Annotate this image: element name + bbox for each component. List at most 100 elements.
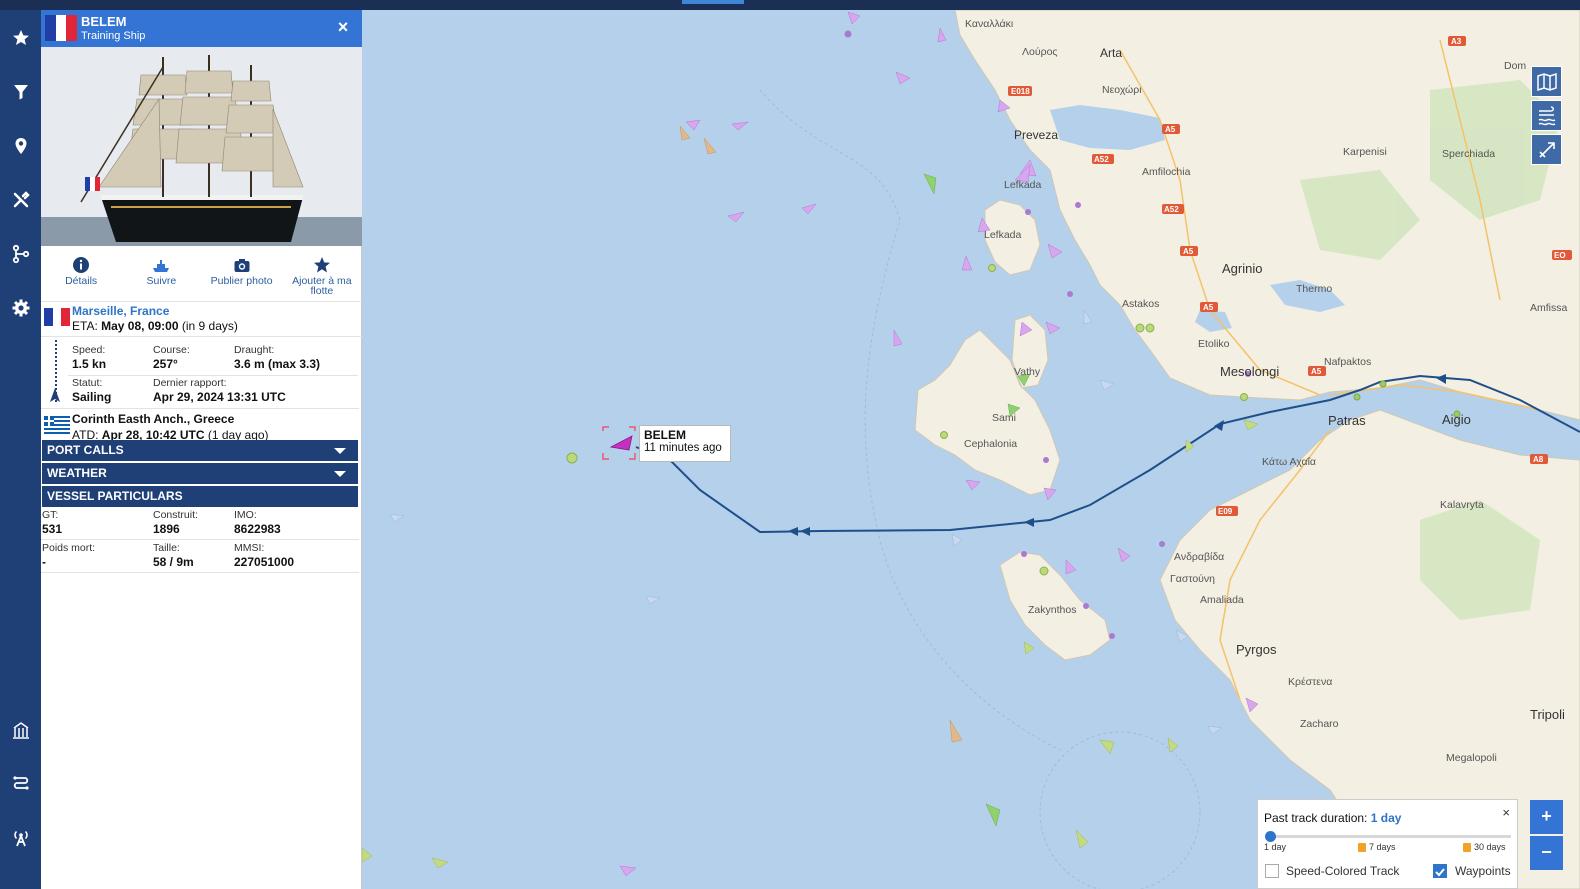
place-label: Patras (1328, 413, 1366, 428)
map-pin-icon (15, 138, 26, 154)
chevron-down-icon (334, 471, 346, 477)
particulars-row: Poids mort: - Taille: 58 / 9m MMSI: 2270… (41, 540, 359, 573)
speed-value: 1.5 kn (72, 357, 107, 371)
add-to-fleet-button[interactable]: Ajouter à ma flotte (282, 252, 362, 300)
tools-icon (13, 191, 30, 208)
status-label: Statut: (72, 377, 103, 389)
track-route-button[interactable] (0, 764, 41, 804)
ship-photo[interactable] (41, 47, 362, 246)
imo-label: IMO: (234, 509, 257, 521)
place-label: Pyrgos (1236, 642, 1277, 657)
antenna-button[interactable] (0, 818, 41, 858)
active-tab-indicator[interactable] (682, 0, 744, 4)
flag-on-ship (85, 177, 100, 191)
france-flag-icon (44, 308, 71, 326)
place-label: Preveza (1014, 128, 1059, 142)
weather-layer-button[interactable] (1531, 100, 1562, 131)
last-report-label: Dernier rapport: (153, 377, 227, 389)
svg-text:A5: A5 (1311, 367, 1322, 376)
svg-text:A5: A5 (1183, 247, 1194, 256)
publish-photo-button[interactable]: Publier photo (202, 252, 282, 300)
voyage-arrow-icon (50, 388, 60, 402)
place-label: Zacharo (1300, 718, 1339, 730)
map-icon (1536, 72, 1557, 91)
gt-label: GT: (42, 509, 59, 521)
deadweight-field: Poids mort: - (42, 542, 95, 569)
port-calls-accordion[interactable]: PORT CALLS (42, 440, 358, 461)
place-label: Kalavryta (1440, 499, 1484, 511)
divider (41, 408, 359, 409)
svg-text:A8: A8 (1533, 455, 1544, 464)
last-report-value: Apr 29, 2024 13:31 UTC (153, 390, 286, 404)
place-label: Astakos (1122, 298, 1160, 310)
waypoints-checkbox[interactable] (1433, 864, 1447, 878)
tools-button[interactable] (0, 180, 41, 220)
map-canvas[interactable]: E018 A5 A52 A52 A5 A5 A5 A3 E09 A8 EO Κα… (362, 10, 1580, 889)
panel-header: BELEM Training Ship × (41, 10, 362, 47)
tick-1-day: 1 day (1264, 842, 1287, 852)
speed-colored-track-checkbox[interactable] (1265, 864, 1279, 878)
place-label: Aigio (1442, 412, 1471, 427)
waypoints-label: Waypoints (1455, 864, 1511, 878)
star-icon (313, 257, 330, 273)
vessel-hover-label[interactable]: BELEM 11 minutes ago (639, 425, 731, 462)
place-label: Vathy (1014, 366, 1041, 378)
divider (68, 375, 358, 376)
gt-field: GT: 531 (42, 509, 62, 536)
mmsi-label: MMSI: (234, 542, 265, 554)
past-track-duration-panel: Past track duration: 1 day × 1 day 7 day… (1257, 799, 1518, 889)
vessel-particulars-accordion[interactable]: VESSEL PARTICULARS (42, 486, 358, 507)
place-label: Zakynthos (1028, 604, 1077, 616)
svg-text:A3: A3 (1451, 37, 1462, 46)
place-label: Κάτω Αχαΐα (1262, 456, 1316, 468)
close-panel-button[interactable]: × (334, 18, 352, 36)
draught-field: Draught: 3.6 m (max 3.3) (234, 344, 320, 371)
particulars-row: GT: 531 Construit: 1896 IMO: 8622983 (41, 507, 359, 540)
imo-field: IMO: 8622983 (234, 509, 281, 536)
lock-icon (1358, 843, 1366, 853)
zoom-in-button[interactable]: + (1530, 800, 1563, 834)
built-value: 1896 (153, 522, 180, 536)
status-value: Sailing (72, 390, 112, 404)
eta-label: ETA: (72, 319, 98, 333)
vessel-particulars-label: VESSEL PARTICULARS (47, 489, 183, 503)
track-duration-label: Past track duration: (1264, 811, 1368, 825)
svg-text:A5: A5 (1165, 125, 1176, 134)
close-track-panel-button[interactable]: × (1502, 805, 1510, 820)
measure-tool-button[interactable] (1531, 134, 1562, 165)
follow-label: Suivre (146, 275, 177, 287)
place-label: Λούρος (1022, 46, 1058, 58)
add-to-fleet-label: Ajouter à ma flotte (292, 275, 352, 297)
routes-button[interactable] (0, 234, 41, 274)
place-label: Karpenisi (1343, 146, 1387, 158)
filter-button[interactable] (0, 72, 41, 112)
port-button[interactable] (0, 710, 41, 750)
place-label: Amfilochia (1142, 166, 1191, 178)
map-layers-button[interactable] (1531, 66, 1562, 97)
origin-port[interactable]: Corinth Easth Anch., Greece (72, 412, 234, 426)
place-label: Cephalonia (964, 438, 1018, 450)
speed-colored-track-label: Speed-Colored Track (1286, 864, 1400, 878)
size-value: 58 / 9m (153, 555, 194, 569)
slider-handle[interactable] (1265, 831, 1276, 842)
publish-photo-label: Publier photo (210, 275, 273, 287)
eta: ETA: May 08, 09:00 (in 9 days) (72, 319, 238, 333)
place-label: Agrinio (1222, 261, 1263, 276)
follow-button[interactable]: Suivre (121, 252, 201, 300)
place-label: Amaliada (1200, 594, 1244, 606)
settings-button[interactable] (0, 288, 41, 328)
destination-port-link[interactable]: Marseille, France (72, 304, 169, 318)
destination-row: Marseille, France ETA: May 08, 09:00 (in… (41, 301, 362, 337)
details-button[interactable]: Détails (41, 252, 121, 300)
deadweight-label: Poids mort: (42, 542, 96, 554)
zoom-out-button[interactable]: − (1530, 836, 1563, 870)
weather-accordion[interactable]: WEATHER (42, 463, 358, 484)
favorites-star-button[interactable] (0, 18, 41, 58)
filter-icon (13, 85, 28, 100)
gear-icon (12, 299, 29, 317)
status-field: Statut: Sailing (72, 377, 111, 404)
location-button[interactable] (0, 126, 41, 166)
place-label: Dom (1504, 60, 1527, 72)
tick-7-days-label: 7 days (1369, 842, 1396, 852)
place-label: Κρέστενα (1288, 676, 1333, 688)
